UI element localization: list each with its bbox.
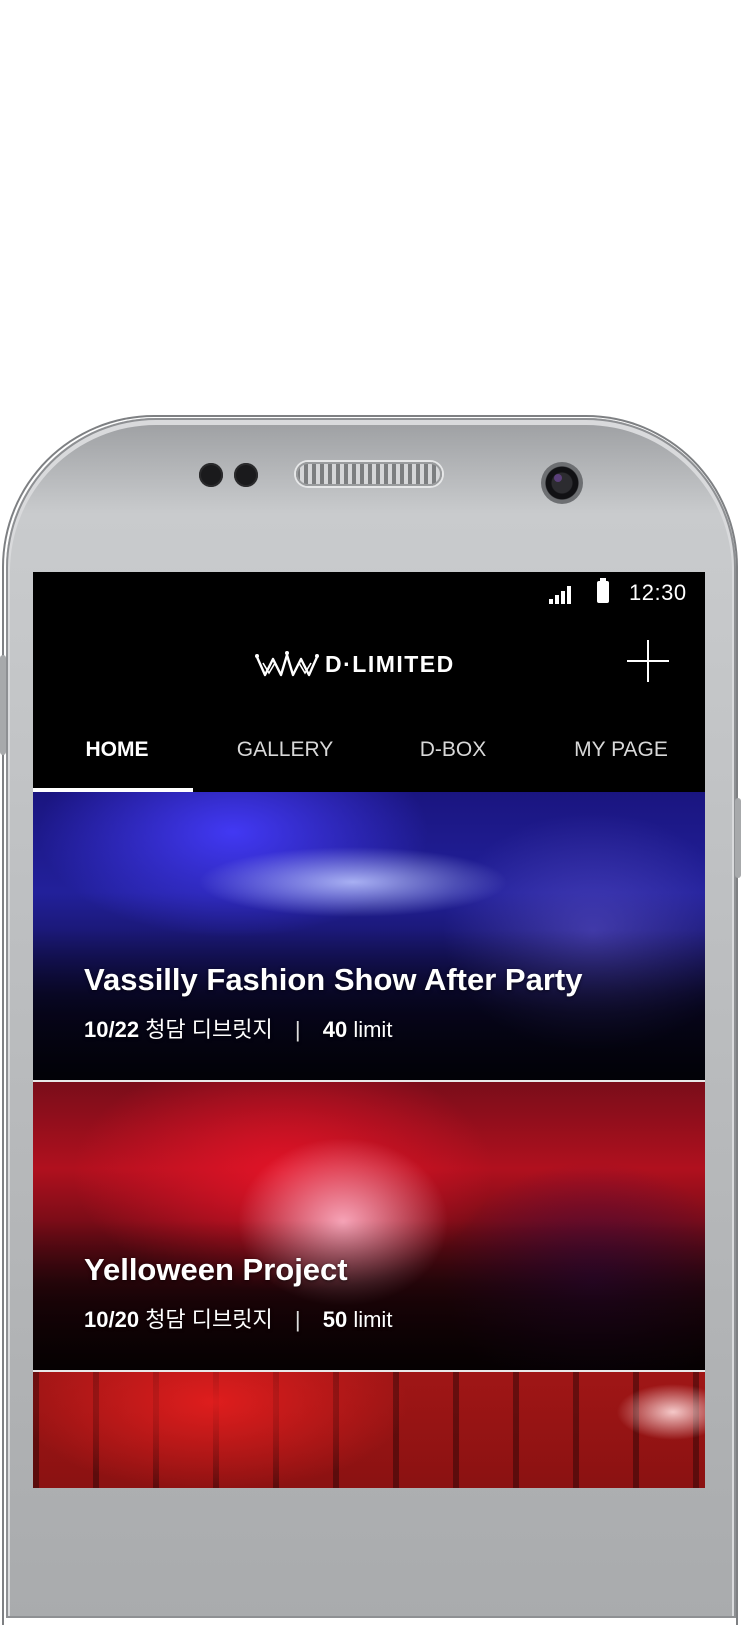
signal-icon (549, 586, 571, 604)
event-venue: 청담 디브릿지 (145, 1017, 273, 1042)
tab-home[interactable]: HOME (33, 716, 201, 792)
event-limit-unit: limit (353, 1017, 393, 1042)
volume-button (0, 655, 6, 755)
event-limit-unit: limit (353, 1307, 393, 1332)
app-screen: 12:30 D·LIMITED HOME GALLERY D-BOX MY PA… (33, 572, 705, 1488)
event-venue: 청담 디브릿지 (145, 1307, 273, 1332)
meta-separator: | (294, 1017, 301, 1042)
status-bar: 12:30 (33, 572, 705, 614)
meta-separator: | (294, 1307, 301, 1332)
tab-bar: HOME GALLERY D-BOX MY PAGE (33, 716, 705, 792)
event-card[interactable]: Vassilly Fashion Show After Party 10/22 … (33, 792, 705, 1082)
battery-icon (597, 578, 609, 603)
event-feed: Vassilly Fashion Show After Party 10/22 … (33, 792, 705, 1488)
logo-text: D·LIMITED (325, 650, 455, 677)
event-meta: 10/20 청담 디브릿지 | 50 limit (84, 1302, 392, 1334)
event-date: 10/22 (84, 1017, 140, 1042)
front-camera-icon (541, 462, 583, 504)
tab-my-page[interactable]: MY PAGE (537, 716, 705, 792)
app-header: D·LIMITED (33, 614, 705, 714)
event-card[interactable]: Yelloween Project 10/20 청담 디브릿지 | 50 lim… (33, 1082, 705, 1372)
event-image (33, 1372, 705, 1488)
plus-icon[interactable] (627, 640, 669, 682)
event-meta: 10/22 청담 디브릿지 | 40 limit (84, 1012, 392, 1044)
event-date: 10/20 (84, 1307, 140, 1332)
event-title: Yelloween Project (84, 1252, 348, 1287)
event-card[interactable] (33, 1372, 705, 1488)
crown-icon (255, 651, 319, 677)
event-title: Vassilly Fashion Show After Party (84, 962, 583, 997)
sensor-icon (234, 463, 258, 487)
status-time: 12:30 (629, 580, 687, 605)
app-logo[interactable]: D·LIMITED (255, 646, 455, 682)
tab-gallery[interactable]: GALLERY (201, 716, 369, 792)
tab-d-box[interactable]: D-BOX (369, 716, 537, 792)
earpiece-speaker (296, 462, 442, 486)
event-limit-count: 50 (322, 1307, 348, 1332)
power-button (735, 798, 741, 878)
event-limit-count: 40 (322, 1017, 348, 1042)
sensor-icon (199, 463, 223, 487)
